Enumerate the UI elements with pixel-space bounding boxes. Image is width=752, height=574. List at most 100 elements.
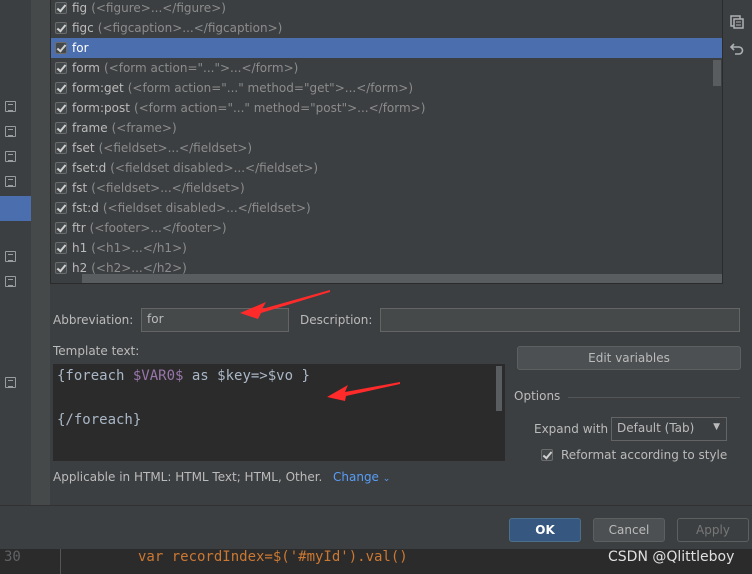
template-row[interactable]: h1 (<h1>...</h1>) <box>51 238 722 258</box>
template-checkbox[interactable] <box>55 2 67 14</box>
watermark: CSDN @Qlittleboy <box>608 549 735 565</box>
template-row[interactable]: figc (<figcaption>...</figcaption>) <box>51 18 722 38</box>
template-abbreviation: form <box>72 61 100 75</box>
options-title: Options <box>514 389 561 403</box>
template-group-icon <box>5 126 16 137</box>
list-horizontal-scrollbar[interactable] <box>82 274 722 283</box>
dialog-footer: OK Cancel Apply <box>0 505 752 549</box>
template-checkbox[interactable] <box>55 162 67 174</box>
template-text: {/foreach} <box>57 412 142 428</box>
template-abbreviation: frame <box>72 121 108 135</box>
reformat-label: Reformat according to style <box>561 448 728 462</box>
template-checkbox[interactable] <box>55 202 67 214</box>
template-abbreviation: fst:d <box>72 201 99 215</box>
template-row[interactable]: fset (<fieldset>...</fieldset>) <box>51 138 722 158</box>
expand-with-select[interactable]: Default (Tab) ▼ <box>611 417 727 441</box>
template-row[interactable]: for <box>51 38 722 58</box>
cancel-button[interactable]: Cancel <box>593 518 665 542</box>
template-row[interactable]: fst (<fieldset>...</fieldset>) <box>51 178 722 198</box>
template-checkbox[interactable] <box>55 62 67 74</box>
template-checkbox[interactable] <box>55 142 67 154</box>
applicable-contexts: Applicable in HTML: HTML Text; HTML, Oth… <box>53 470 323 484</box>
template-row[interactable]: fst:d (<fieldset disabled>...</fieldset>) <box>51 198 722 218</box>
ok-button[interactable]: OK <box>509 518 581 542</box>
template-abbreviation: fst <box>72 181 88 195</box>
template-row[interactable]: form:get (<form action="..." method="get"… <box>51 78 722 98</box>
template-checkbox[interactable] <box>55 242 67 254</box>
list-vertical-scrollbar[interactable] <box>713 60 721 86</box>
description-input[interactable] <box>380 308 740 332</box>
template-description: (<form action="...">...</form>) <box>103 61 299 75</box>
expand-with-value: Default (Tab) <box>617 421 695 435</box>
template-abbreviation: form:get <box>72 81 124 95</box>
description-label: Description: <box>300 313 373 327</box>
template-abbreviation: figc <box>72 21 94 35</box>
template-row[interactable]: ftr (<footer>...</footer>) <box>51 218 722 238</box>
template-group-icon <box>5 377 16 388</box>
template-checkbox[interactable] <box>55 222 67 234</box>
template-checkbox[interactable] <box>55 22 67 34</box>
template-group-icon <box>5 276 16 287</box>
template-toolbar <box>722 0 752 284</box>
background-editor: 30 var recordIndex=$('#myId').val() CSDN… <box>0 549 752 574</box>
code-line: var recordIndex=$('#myId').val() <box>138 549 408 565</box>
template-description: (<form action="..." method="post">...</f… <box>133 101 426 115</box>
template-variable: $VAR0$ <box>132 368 184 384</box>
template-description: (<fieldset disabled>...</fieldset>) <box>110 161 319 175</box>
template-row[interactable]: form:post (<form action="..." method="pos… <box>51 98 722 118</box>
editor-scrollbar[interactable] <box>496 366 502 411</box>
template-abbreviation: fig <box>72 1 88 15</box>
left-panel-selected-item[interactable] <box>0 196 31 221</box>
template-checkbox[interactable] <box>55 82 67 94</box>
gutter-divider <box>60 549 61 574</box>
template-description: (<fieldset>...</fieldset>) <box>91 181 245 195</box>
template-list[interactable]: fig (<figure>...</figure>) figc (<figcaptio… <box>50 0 722 284</box>
dropdown-arrow-icon: ▼ <box>713 422 720 432</box>
chevron-down-icon: ⌄ <box>382 474 391 484</box>
template-row[interactable]: fset:d (<fieldset disabled>...</fieldset>… <box>51 158 722 178</box>
template-abbreviation: ftr <box>72 221 86 235</box>
template-group-icon <box>5 101 16 112</box>
template-row[interactable]: frame (<frame>) <box>51 118 722 138</box>
abbreviation-input[interactable]: for <box>141 308 289 332</box>
template-abbreviation: h1 <box>72 241 88 255</box>
apply-button[interactable]: Apply <box>677 518 749 542</box>
template-checkbox[interactable] <box>55 262 67 274</box>
left-gutter <box>31 0 50 505</box>
template-abbreviation: fset:d <box>72 161 107 175</box>
template-description: (<figcaption>...</figcaption>) <box>97 21 283 35</box>
template-row[interactable]: fig (<figure>...</figure>) <box>51 0 722 18</box>
template-checkbox[interactable] <box>55 182 67 194</box>
template-text-label: Template text: <box>53 344 140 358</box>
left-panel <box>0 0 31 505</box>
line-number: 30 <box>4 549 21 565</box>
abbreviation-label: Abbreviation: <box>53 313 134 327</box>
change-link[interactable]: Change ⌄ <box>333 470 390 484</box>
template-description: (<frame>) <box>111 121 177 135</box>
template-description: (<form action="..." method="get">...</fo… <box>127 81 414 95</box>
template-description: (<h1>...</h1>) <box>91 241 187 255</box>
template-text: as $key=>$vo } <box>183 368 310 384</box>
template-abbreviation: h2 <box>72 261 88 275</box>
expand-with-label: Expand with <box>534 422 609 436</box>
undo-icon[interactable] <box>730 41 744 55</box>
template-description: (<h2>...</h2>) <box>91 261 187 275</box>
template-text: {foreach <box>57 368 133 384</box>
template-abbreviation: for <box>72 41 89 55</box>
template-checkbox[interactable] <box>55 122 67 134</box>
template-group-icon <box>5 176 16 187</box>
template-row[interactable]: form (<form action="...">...</form>) <box>51 58 722 78</box>
reformat-checkbox[interactable] <box>541 449 553 461</box>
template-description: (<fieldset>...</fieldset>) <box>98 141 253 155</box>
change-link-label: Change <box>333 470 379 484</box>
template-checkbox[interactable] <box>55 102 67 114</box>
template-description: (<footer>...</footer>) <box>89 221 227 235</box>
template-text-editor[interactable]: {foreach $VAR0$ as $key=>$vo } {/foreach… <box>53 364 505 461</box>
template-abbreviation: fset <box>72 141 95 155</box>
options-divider <box>568 397 740 398</box>
edit-variables-button[interactable]: Edit variables <box>517 346 741 370</box>
copy-icon[interactable] <box>730 15 744 29</box>
template-group-icon <box>5 251 16 262</box>
template-description: (<fieldset disabled>...</fieldset>) <box>102 201 311 215</box>
template-checkbox[interactable] <box>55 42 67 54</box>
